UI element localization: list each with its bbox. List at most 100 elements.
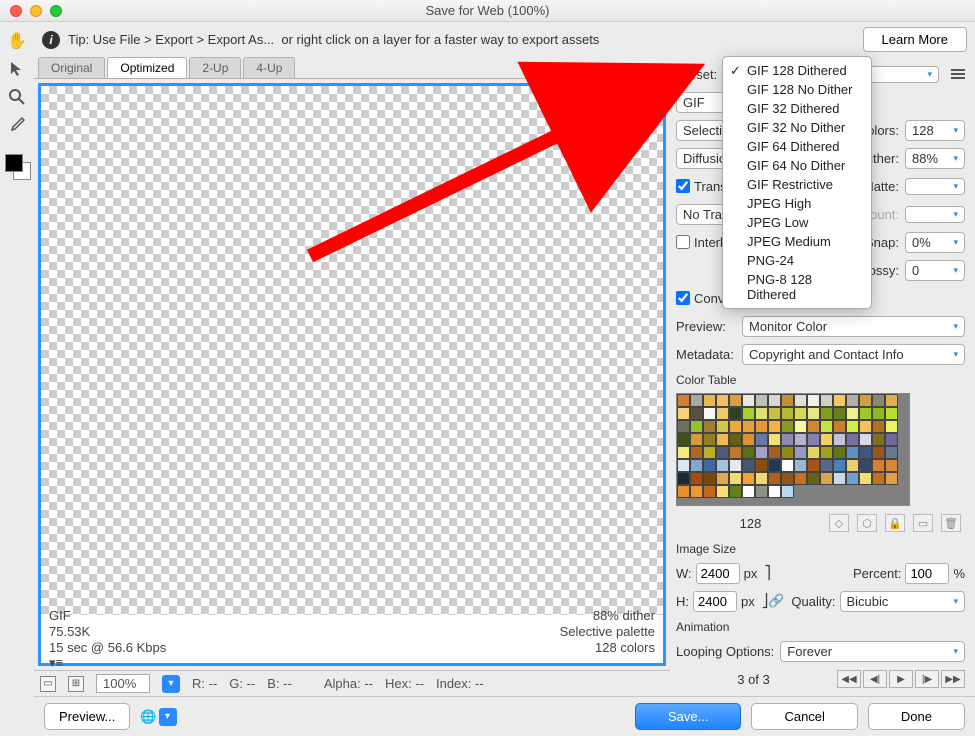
color-swatch-cell[interactable] <box>755 446 768 459</box>
download-time-menu-icon[interactable]: ▾≡ <box>49 655 166 671</box>
color-swatch-cell[interactable] <box>677 446 690 459</box>
browser-dropdown[interactable]: ▾ <box>159 708 177 726</box>
color-swatch-cell[interactable] <box>872 446 885 459</box>
color-swatch-cell[interactable] <box>859 407 872 420</box>
color-swatch-cell[interactable] <box>872 472 885 485</box>
color-swatch-cell[interactable] <box>716 485 729 498</box>
color-swatch-cell[interactable] <box>742 472 755 485</box>
color-swatch-cell[interactable] <box>820 433 833 446</box>
color-swatch-cell[interactable] <box>703 446 716 459</box>
color-swatch-cell[interactable] <box>716 420 729 433</box>
first-frame-button[interactable]: ◀◀ <box>837 670 861 688</box>
color-swatch-cell[interactable] <box>794 433 807 446</box>
preset-option[interactable]: GIF 64 No Dither <box>723 156 871 175</box>
color-swatch-cell[interactable] <box>703 407 716 420</box>
color-swatch-cell[interactable] <box>885 407 898 420</box>
color-swatch-cell[interactable] <box>677 485 690 498</box>
color-swatch-cell[interactable] <box>768 420 781 433</box>
color-swatch-cell[interactable] <box>781 407 794 420</box>
color-swatch-cell[interactable] <box>768 446 781 459</box>
color-swatch-cell[interactable] <box>742 420 755 433</box>
color-swatch-cell[interactable] <box>690 394 703 407</box>
color-swatch-cell[interactable] <box>768 472 781 485</box>
slice-visibility-icon[interactable]: ⊞ <box>68 676 84 692</box>
color-swatch-cell[interactable] <box>885 420 898 433</box>
view-mode-icon[interactable]: ▭ <box>40 676 56 692</box>
color-swatch-cell[interactable] <box>729 394 742 407</box>
colors-select[interactable]: 128▾ <box>905 120 965 141</box>
color-swatch-cell[interactable] <box>885 433 898 446</box>
flyout-menu-icon[interactable] <box>951 69 965 79</box>
color-swatch-cell[interactable] <box>716 472 729 485</box>
color-swatch-cell[interactable] <box>885 394 898 407</box>
color-swatch-cell[interactable] <box>833 394 846 407</box>
websnap-field[interactable]: 0%▾ <box>905 232 965 253</box>
color-swatch-cell[interactable] <box>872 407 885 420</box>
prev-frame-button[interactable]: ◀| <box>863 670 887 688</box>
color-swatch-cell[interactable] <box>755 420 768 433</box>
foreground-color-swatch[interactable] <box>5 154 23 172</box>
color-swatch-cell[interactable] <box>794 472 807 485</box>
color-swatch-cell[interactable] <box>768 394 781 407</box>
color-swatch-cell[interactable] <box>755 485 768 498</box>
ct-new-icon[interactable]: ▭ <box>913 514 933 532</box>
preset-option[interactable]: JPEG High <box>723 194 871 213</box>
color-swatch-cell[interactable] <box>703 420 716 433</box>
color-swatch-cell[interactable] <box>703 485 716 498</box>
preview-canvas[interactable] <box>41 86 663 615</box>
color-swatch-cell[interactable] <box>885 446 898 459</box>
matte-select[interactable]: ▾ <box>905 178 965 195</box>
color-swatch-cell[interactable] <box>859 394 872 407</box>
color-swatch-cell[interactable] <box>846 472 859 485</box>
preset-option[interactable]: PNG-8 128 Dithered <box>723 270 871 304</box>
color-swatch-cell[interactable] <box>742 459 755 472</box>
color-swatch-cell[interactable] <box>859 433 872 446</box>
color-swatch-cell[interactable] <box>690 446 703 459</box>
color-swatch-cell[interactable] <box>703 433 716 446</box>
color-swatch-cell[interactable] <box>677 394 690 407</box>
preset-option[interactable]: GIF 64 Dithered <box>723 137 871 156</box>
color-swatch-cell[interactable] <box>690 485 703 498</box>
color-swatch-cell[interactable] <box>703 459 716 472</box>
height-input[interactable] <box>693 591 737 612</box>
color-swatch-cell[interactable] <box>690 433 703 446</box>
color-swatch-cell[interactable] <box>885 472 898 485</box>
color-swatch-cell[interactable] <box>807 433 820 446</box>
color-swatch-cell[interactable] <box>820 446 833 459</box>
tab-2up[interactable]: 2-Up <box>189 57 241 78</box>
color-swatch-cell[interactable] <box>781 446 794 459</box>
zoom-dropdown-icon[interactable]: ▾ <box>162 675 180 693</box>
lossy-field[interactable]: 0▾ <box>905 260 965 281</box>
color-swatch-cell[interactable] <box>755 472 768 485</box>
preset-option[interactable]: GIF 128 Dithered <box>723 61 871 80</box>
color-swatch-cell[interactable] <box>768 485 781 498</box>
color-swatch-cell[interactable] <box>755 433 768 446</box>
color-swatch-cell[interactable] <box>690 459 703 472</box>
preset-option[interactable]: PNG-24 <box>723 251 871 270</box>
color-swatch-cell[interactable] <box>677 420 690 433</box>
preset-option[interactable]: GIF 128 No Dither <box>723 80 871 99</box>
save-button[interactable]: Save... <box>635 703 741 730</box>
color-swatch-cell[interactable] <box>820 394 833 407</box>
color-table[interactable] <box>676 393 910 506</box>
color-swatch-cell[interactable] <box>742 485 755 498</box>
done-button[interactable]: Done <box>868 703 965 730</box>
color-swatch-cell[interactable] <box>820 420 833 433</box>
width-input[interactable] <box>696 563 740 584</box>
color-swatch-cell[interactable] <box>781 472 794 485</box>
color-swatch-cell[interactable] <box>690 472 703 485</box>
color-swatch-cell[interactable] <box>807 459 820 472</box>
color-swatch-cell[interactable] <box>859 459 872 472</box>
color-swatch-cell[interactable] <box>742 433 755 446</box>
color-swatch-cell[interactable] <box>833 459 846 472</box>
color-swatch-cell[interactable] <box>729 420 742 433</box>
last-frame-button[interactable]: ▶▶ <box>941 670 965 688</box>
color-swatch-cell[interactable] <box>807 446 820 459</box>
quality-select[interactable]: Bicubic▾ <box>840 591 966 612</box>
color-swatch-cell[interactable] <box>781 394 794 407</box>
color-swatch-cell[interactable] <box>833 446 846 459</box>
color-swatch-cell[interactable] <box>794 407 807 420</box>
color-swatch-cell[interactable] <box>872 420 885 433</box>
color-swatch-cell[interactable] <box>846 394 859 407</box>
color-swatch-cell[interactable] <box>729 459 742 472</box>
